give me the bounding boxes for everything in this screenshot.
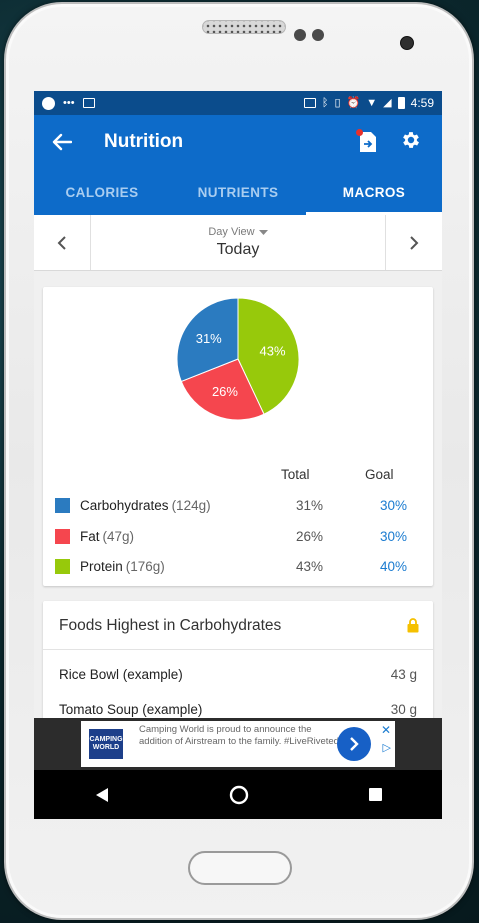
tab-bar: CALORIES NUTRIENTS MACROS (34, 169, 442, 215)
macro-goal[interactable]: 30% (380, 498, 407, 513)
ad-close-icon[interactable]: ✕ (381, 723, 391, 737)
foods-card: Foods Highest in Carbohydrates Rice Bowl… (43, 601, 433, 731)
pie-label-protein: 43% (260, 343, 286, 358)
tab-calories[interactable]: CALORIES (34, 169, 170, 215)
chevron-right-icon (410, 235, 419, 250)
tab-nutrients[interactable]: NUTRIENTS (170, 169, 306, 215)
nav-recents-icon[interactable] (368, 787, 383, 802)
food-name: Rice Bowl (example) (59, 667, 183, 682)
status-time: 4:59 (410, 96, 434, 110)
dropdown-triangle-icon (258, 229, 268, 235)
settings-gear-icon[interactable] (400, 129, 422, 156)
macro-goal[interactable]: 40% (380, 559, 407, 574)
food-item[interactable]: Rice Bowl (example) 43 g (59, 667, 417, 682)
fat-swatch (55, 528, 70, 544)
vibrate-icon: ▯ (334, 96, 341, 109)
proximity-sensor (294, 29, 306, 41)
macro-name: Protein (80, 558, 123, 574)
carbohydrates-swatch (55, 497, 70, 513)
cast-icon (303, 98, 316, 108)
screenshot-icon (82, 98, 95, 108)
macro-name: Carbohydrates (80, 497, 169, 513)
food-item[interactable]: Tomato Soup (example) 30 g (59, 702, 417, 717)
divider (43, 649, 433, 650)
notification-dot (356, 129, 363, 136)
ad-text: Camping World is proud to announce the a… (139, 724, 339, 747)
next-day-button[interactable] (385, 215, 442, 270)
macros-card: 43% 26% 31% Total Goal Carbohydrates (124g… (43, 287, 433, 586)
front-camera (400, 36, 414, 50)
pie-label-fat: 26% (212, 384, 238, 399)
light-sensor (312, 29, 324, 41)
food-amount: 43 g (390, 667, 417, 682)
messages-icon: ••• (63, 96, 75, 109)
macro-name: Fat (80, 528, 100, 544)
day-view-label: Day View (208, 226, 255, 238)
macros-pie-chart: 43% 26% 31% (176, 297, 300, 421)
macro-grams: (124g) (171, 497, 211, 513)
page-title: Nutrition (104, 131, 184, 152)
bluetooth-icon: ᛒ (321, 96, 329, 109)
protein-swatch (55, 558, 70, 574)
system-nav-bar (34, 770, 442, 819)
earpiece-speaker (202, 20, 286, 34)
macro-total: 31% (296, 497, 324, 513)
screen: ••• ᛒ ▯ ⏰ ▼ ◢ 4:59 Nutrition CALORIES NU… (34, 91, 442, 819)
alarm-icon: ⏰ (346, 96, 361, 109)
ad-open-button[interactable] (337, 727, 371, 761)
macro-total: 43% (296, 558, 324, 574)
pie-label-carbohydrates: 31% (196, 331, 222, 346)
ad-banner[interactable]: CAMPING WORLD Camping World is proud to … (81, 721, 395, 767)
goal-column-header: Goal (365, 467, 394, 482)
nav-back-icon[interactable] (94, 787, 110, 803)
macro-row-protein: Protein (176g) 43% 40% (55, 555, 425, 577)
total-column-header: Total (281, 467, 310, 482)
app-bar: Nutrition (34, 115, 442, 169)
macro-grams: (47g) (102, 528, 135, 544)
signal-icon: ◢ (383, 96, 392, 109)
export-report-icon[interactable] (356, 129, 378, 153)
day-view-value: Today (216, 241, 260, 258)
hardware-home-button[interactable] (188, 851, 292, 885)
status-bar: ••• ᛒ ▯ ⏰ ▼ ◢ 4:59 (34, 91, 442, 115)
nav-home-icon[interactable] (229, 785, 249, 805)
chevron-right-icon (350, 737, 359, 751)
day-view-selector: Day View Today (34, 215, 442, 271)
day-view-dropdown[interactable]: Day View Today (91, 215, 385, 270)
battery-icon (397, 97, 405, 109)
chevron-left-icon (57, 235, 66, 250)
notification-circle-icon (42, 96, 55, 110)
back-arrow-icon[interactable] (48, 128, 76, 156)
previous-day-button[interactable] (34, 215, 91, 270)
foods-card-title: Foods Highest in Carbohydrates (59, 617, 282, 634)
food-amount: 30 g (390, 702, 417, 717)
food-name: Tomato Soup (example) (59, 702, 203, 717)
macro-goal[interactable]: 30% (380, 529, 407, 544)
wifi-icon: ▼ (366, 96, 378, 109)
macro-row-fat: Fat (47g) 26% 30% (55, 525, 425, 547)
lock-icon[interactable] (407, 618, 419, 638)
macro-row-carbohydrates: Carbohydrates (124g) 31% 30% (55, 494, 425, 516)
ad-banner-area: CAMPING WORLD Camping World is proud to … (34, 718, 442, 770)
ad-logo: CAMPING WORLD (89, 729, 123, 759)
macro-grams: (176g) (125, 558, 165, 574)
tab-macros[interactable]: MACROS (306, 169, 442, 215)
ad-choices-icon[interactable]: ▷ (383, 741, 391, 754)
macro-total: 26% (296, 528, 324, 544)
